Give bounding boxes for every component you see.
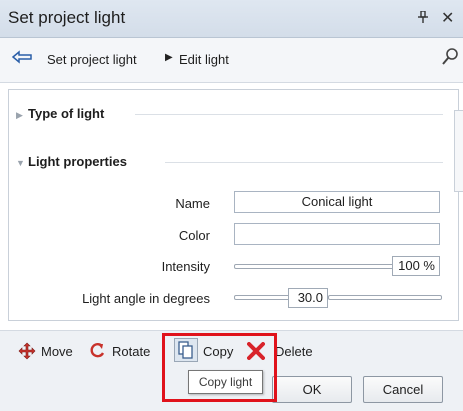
light-angle-value[interactable]: 30.0 bbox=[288, 288, 328, 308]
breadcrumb-current: Edit light bbox=[179, 52, 229, 67]
breadcrumb-separator-icon: ▶ bbox=[165, 52, 173, 63]
breadcrumb-bar: Set project light ▶ Edit light bbox=[0, 38, 463, 83]
section-type-of-light[interactable]: ▶ Type of light bbox=[16, 106, 104, 121]
delete-button[interactable]: Delete bbox=[275, 344, 313, 359]
move-button[interactable]: Move bbox=[41, 344, 73, 359]
light-angle-slider-right[interactable] bbox=[328, 295, 442, 300]
expanded-triangle-icon: ▼ bbox=[16, 158, 25, 168]
close-icon[interactable]: ✕ bbox=[441, 8, 454, 28]
light-angle-slider-left[interactable] bbox=[234, 295, 290, 300]
window-title: Set project light bbox=[8, 8, 126, 27]
title-bar: Set project light ✕ bbox=[0, 0, 463, 38]
rotate-button[interactable]: Rotate bbox=[112, 344, 150, 359]
color-label: Color bbox=[178, 228, 210, 243]
pin-icon[interactable] bbox=[418, 10, 428, 26]
intensity-label: Intensity bbox=[161, 259, 210, 274]
color-field[interactable] bbox=[234, 223, 440, 245]
intensity-value[interactable]: 100 % bbox=[392, 256, 440, 276]
search-icon[interactable] bbox=[442, 48, 458, 69]
divider bbox=[135, 114, 443, 115]
move-icon[interactable] bbox=[18, 342, 36, 365]
section-title: Light properties bbox=[28, 154, 127, 169]
annotation-highlight-box bbox=[162, 333, 277, 402]
rotate-icon[interactable] bbox=[88, 342, 106, 365]
name-field[interactable]: Conical light bbox=[234, 191, 440, 213]
breadcrumb-root[interactable]: Set project light bbox=[47, 52, 137, 67]
back-arrow-icon[interactable] bbox=[11, 49, 32, 70]
light-angle-label: Light angle in degrees bbox=[82, 291, 210, 306]
name-label: Name bbox=[175, 196, 210, 211]
intensity-slider[interactable] bbox=[234, 264, 394, 269]
divider bbox=[165, 162, 443, 163]
cancel-button[interactable]: Cancel bbox=[363, 376, 443, 403]
section-light-properties[interactable]: ▼ Light properties bbox=[16, 154, 127, 169]
collapsed-triangle-icon: ▶ bbox=[16, 110, 23, 120]
section-title: Type of light bbox=[28, 106, 105, 121]
scrollbar[interactable] bbox=[454, 110, 463, 192]
ok-button[interactable]: OK bbox=[272, 376, 352, 403]
